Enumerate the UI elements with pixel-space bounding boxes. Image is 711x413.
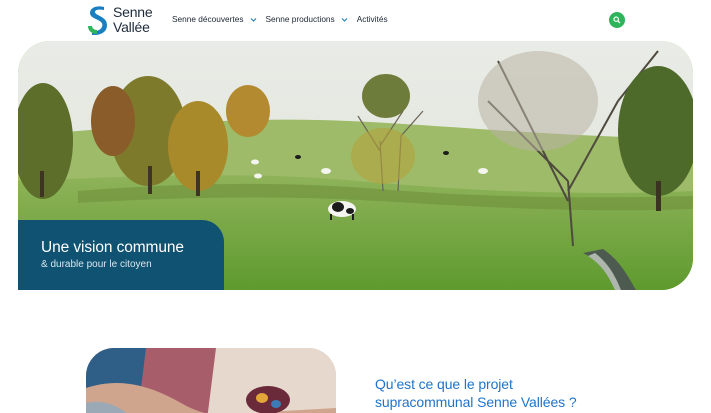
logo-line-2: Vallée — [113, 18, 150, 35]
nav-item-senne-decouvertes[interactable]: Senne découvertes — [172, 14, 257, 24]
chevron-down-icon — [250, 17, 256, 22]
nav-item-label: Senne découvertes — [172, 14, 244, 24]
project-hands-image — [86, 348, 336, 413]
hero-banner: Une vision commune & durable pour le cit… — [18, 41, 693, 290]
main-nav: Senne découvertes Senne productions Acti… — [172, 14, 397, 24]
nav-item-label: Senne productions — [265, 14, 335, 24]
nav-item-activites[interactable]: Activités — [357, 14, 388, 24]
hero-title: Une vision commune — [41, 239, 184, 256]
chevron-down-icon — [341, 17, 348, 22]
project-image — [86, 348, 336, 413]
logo-mark-icon — [88, 6, 107, 35]
site-header: Senne Vallée Senne découvertes Senne pro… — [0, 0, 711, 41]
logo-line-1: Senne — [113, 3, 153, 20]
hero-caption-card: Une vision commune & durable pour le cit… — [18, 220, 224, 290]
hero-subtitle: & durable pour le citoyen — [41, 259, 152, 270]
project-heading-line-2: supracommunal Senne Vallées ? — [375, 394, 577, 410]
nav-item-label: Activités — [356, 14, 388, 24]
project-heading: Qu’est ce que le projet supracommunal Se… — [375, 375, 577, 411]
search-button[interactable] — [609, 12, 625, 28]
project-heading-line-1: Qu’est ce que le projet — [375, 376, 513, 392]
search-icon — [613, 16, 621, 24]
logo-text: Senne Vallée — [113, 3, 153, 35]
nav-item-senne-productions[interactable]: Senne productions — [266, 14, 348, 24]
logo[interactable]: Senne Vallée — [86, 3, 153, 35]
